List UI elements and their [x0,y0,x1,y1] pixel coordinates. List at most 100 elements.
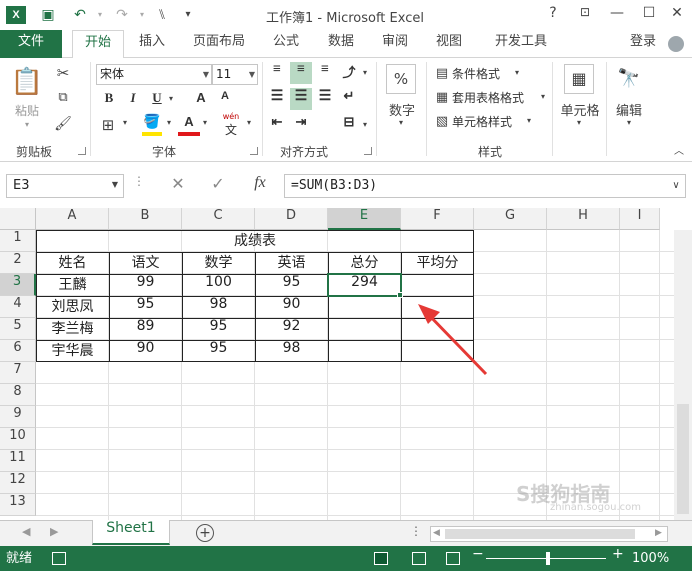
font-color-button[interactable]: A [178,114,200,136]
font-color-dropdown-icon[interactable]: ▾ [200,118,210,127]
shrink-font-button[interactable]: A [214,90,236,112]
redo-icon[interactable]: ↷ [112,5,132,25]
formula-input[interactable]: =SUM(B3:D3) [284,174,686,198]
phonetic-dropdown-icon[interactable]: ▾ [244,118,254,127]
tab-view[interactable]: 视图 [426,30,472,58]
tab-data[interactable]: 数据 [316,30,366,58]
merge-dropdown-icon[interactable]: ▾ [360,120,370,129]
format-painter-icon[interactable]: 🖌 [54,116,72,132]
macro-record-icon[interactable] [52,552,66,565]
paste-dropdown-icon[interactable]: ▾ [20,120,34,129]
cells-icon[interactable]: ▦ [564,64,594,94]
scroll-right-icon[interactable]: ▶ [655,528,662,538]
tab-insert[interactable]: 插入 [130,30,174,58]
align-center-icon[interactable]: ☰ [290,88,312,110]
paste-icon[interactable]: 📋 [10,64,44,100]
cut-icon[interactable]: ✂ [54,64,72,82]
cells-dropdown-icon[interactable]: ▾ [574,118,584,127]
customize-toolbar-icon[interactable]: ▾ [178,5,198,25]
wrap-text-icon[interactable]: ↵ [338,88,360,110]
number-dropdown-icon[interactable]: ▾ [396,118,406,127]
sheet-next-icon[interactable]: ▶ [50,525,58,538]
format-table-button[interactable]: 套用表格格式 [452,89,524,107]
orientation-dropdown-icon[interactable]: ▾ [360,68,370,77]
tab-formulas[interactable]: 公式 [264,30,308,58]
border-icon[interactable]: ⊞ [98,116,118,134]
zoom-in-button[interactable]: + [612,546,624,562]
copy-icon[interactable]: ⧉ [52,90,74,105]
vertical-scroll-thumb[interactable] [677,404,689,514]
save-icon[interactable]: ▣ [38,5,58,25]
insert-function-button[interactable]: fx [246,174,274,198]
tab-split-icon[interactable]: ⋮ [410,524,422,538]
zoom-out-button[interactable]: − [472,546,484,562]
page-layout-view-icon[interactable] [412,552,426,565]
name-box[interactable]: E3 [6,174,124,198]
enter-icon[interactable]: ✓ [206,174,230,198]
tab-home[interactable]: 开始 [72,30,124,59]
align-middle-icon[interactable]: ≡ [290,62,312,84]
horizontal-scroll-thumb[interactable] [445,529,635,539]
expand-formula-icon[interactable]: ∨ [670,180,682,191]
fill-dropdown-icon[interactable]: ▾ [164,118,174,127]
worksheet-grid[interactable]: A B C D E F G H I 1 2 3 4 5 6 7 8 9 10 11 12 13 成绩表 姓名 语文 数学 英语 总分平… [0,208,692,520]
conditional-dropdown-icon[interactable]: ▾ [512,68,522,77]
font-name-select[interactable]: 宋体 ▼ [96,64,212,85]
vertical-scrollbar[interactable] [674,230,692,520]
tab-developer[interactable]: 开发工具 [480,30,562,58]
cancel-icon[interactable]: ✕ [166,174,190,198]
align-bottom-icon[interactable]: ≡ [314,62,336,84]
add-sheet-button[interactable]: + [196,524,214,542]
sheet-tab-sheet1[interactable]: Sheet1 [92,520,170,545]
user-avatar-icon[interactable] [668,36,684,52]
conditional-format-button[interactable]: 条件格式 [452,65,500,83]
merge-center-icon[interactable]: ⊟ [338,114,360,136]
page-break-view-icon[interactable] [446,552,460,565]
border-dropdown-icon[interactable]: ▾ [120,118,130,127]
orientation-icon[interactable]: ⤴ [338,62,360,84]
scroll-left-icon[interactable]: ◀ [433,528,440,538]
undo-icon[interactable]: ↶ [70,5,90,25]
font-size-select[interactable]: 11 ▼ [212,64,258,85]
name-box-dropdown-icon[interactable]: ▼ [110,180,120,189]
tab-file[interactable]: 文件 [0,30,62,58]
editing-dropdown-icon[interactable]: ▾ [624,118,634,127]
touch-mode-icon[interactable]: ⑊ [152,5,172,25]
undo-dropdown-icon[interactable]: ▾ [90,5,110,25]
editing-button[interactable]: 编辑 [610,100,648,119]
number-format-button[interactable]: 数字 [382,100,422,119]
cells-button[interactable]: 单元格 [556,100,604,119]
close-button[interactable]: ✕ [666,5,688,25]
tab-page-layout[interactable]: 页面布局 [182,30,256,58]
help-button[interactable]: ? [542,5,564,25]
paste-button-label[interactable]: 粘贴 [8,102,46,119]
format-table-dropdown-icon[interactable]: ▾ [538,92,548,101]
redo-dropdown-icon[interactable]: ▾ [132,5,152,25]
italic-button[interactable]: I [122,90,144,112]
fill-color-icon[interactable]: 🪣 [142,114,162,136]
minimize-button[interactable]: — [606,5,628,25]
increase-indent-icon[interactable]: ⇥ [290,114,312,136]
tab-review[interactable]: 审阅 [372,30,418,58]
zoom-slider-knob[interactable] [546,552,550,565]
underline-dropdown-icon[interactable]: ▾ [166,94,176,103]
login-link[interactable]: 登录 [630,30,656,49]
percent-icon[interactable]: % [386,64,416,94]
cell-styles-button[interactable]: 单元格样式 [452,113,512,131]
clipboard-launcher-icon[interactable] [78,147,86,155]
maximize-button[interactable]: ☐ [638,5,660,25]
align-top-icon[interactable]: ≡ [266,62,288,84]
format-table-icon[interactable]: ▦ [434,90,450,105]
cell-styles-dropdown-icon[interactable]: ▾ [524,116,534,125]
underline-button[interactable]: U [146,90,168,112]
cell-styles-icon[interactable]: ▧ [434,114,450,129]
phonetic-guide-icon[interactable]: wén 文 [218,112,244,138]
grow-font-button[interactable]: A [190,90,212,112]
sheet-prev-icon[interactable]: ◀ [22,525,30,538]
normal-view-icon[interactable] [374,552,388,565]
zoom-level[interactable]: 100% [632,546,669,571]
alignment-launcher-icon[interactable] [364,147,372,155]
align-right-icon[interactable]: ☰ [314,88,336,110]
horizontal-scrollbar[interactable]: ◀ ▶ [430,526,668,542]
more-options-icon[interactable]: ⋮ [132,174,146,198]
